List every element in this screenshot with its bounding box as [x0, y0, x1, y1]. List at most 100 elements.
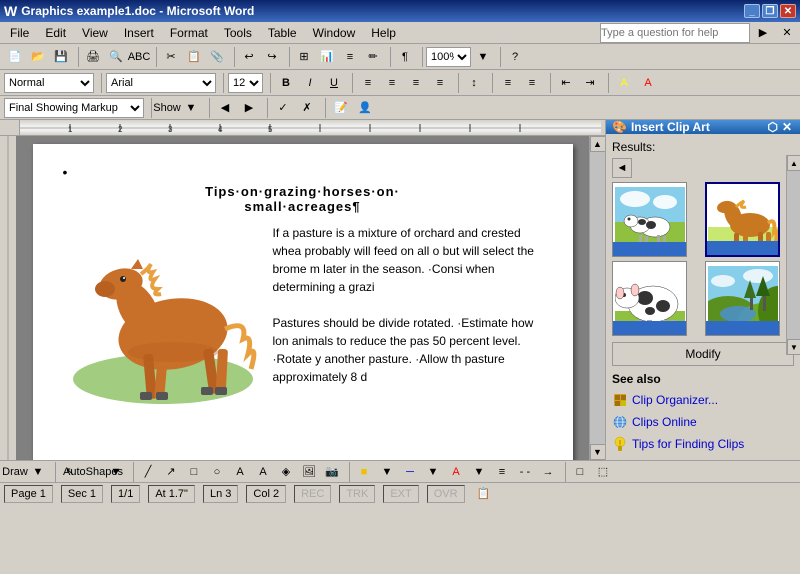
style-select[interactable]: Normal: [4, 73, 94, 93]
menu-tools[interactable]: Tools: [216, 22, 260, 43]
cut-button[interactable]: ✂: [160, 46, 182, 68]
increase-indent-button[interactable]: ⇥: [579, 72, 601, 94]
fill-arrow[interactable]: ▼: [376, 461, 398, 483]
scroll-down-button[interactable]: ▼: [590, 444, 606, 460]
back-button[interactable]: ◄: [612, 158, 632, 178]
open-button[interactable]: 📂: [27, 46, 49, 68]
print-button[interactable]: 🖨: [82, 46, 104, 68]
line-style-button[interactable]: ≡: [491, 461, 513, 483]
bold-button[interactable]: B: [275, 72, 297, 94]
font-color-arrow[interactable]: ▼: [468, 461, 490, 483]
menu-file[interactable]: File: [2, 22, 37, 43]
font-select[interactable]: Arial: [106, 73, 216, 93]
insert-table-button[interactable]: ⊞: [293, 46, 315, 68]
image-tool[interactable]: 📷: [321, 461, 343, 483]
close-button[interactable]: ✕: [780, 4, 796, 18]
diagram-tool[interactable]: ◈: [275, 461, 297, 483]
draw-menu-button[interactable]: Draw: [4, 461, 26, 483]
menu-window[interactable]: Window: [305, 22, 364, 43]
accept-change-button[interactable]: ✓: [272, 97, 294, 119]
paste-button[interactable]: 📎: [206, 46, 228, 68]
clip-item-3[interactable]: [612, 261, 687, 336]
restore-button[interactable]: ❐: [762, 4, 778, 18]
clip-item-1[interactable]: [612, 182, 687, 257]
numbering-button[interactable]: ≡: [521, 72, 543, 94]
clip-organizer-link[interactable]: Clip Organizer...: [612, 390, 794, 410]
underline-button[interactable]: U: [323, 72, 345, 94]
shadow-button[interactable]: □: [569, 461, 591, 483]
bullets-button[interactable]: ≡: [497, 72, 519, 94]
highlight-button[interactable]: A: [613, 72, 635, 94]
copy-button[interactable]: 📋: [183, 46, 205, 68]
menu-insert[interactable]: Insert: [116, 22, 162, 43]
fmt-sep-1: [98, 73, 102, 93]
undo-button[interactable]: ↩: [238, 46, 260, 68]
arrow-style-button[interactable]: →: [537, 461, 559, 483]
clips-online-link[interactable]: Clips Online: [612, 412, 794, 432]
new-button[interactable]: 📄: [4, 46, 26, 68]
columns-button[interactable]: ≡: [339, 46, 361, 68]
textbox-tool[interactable]: A: [229, 461, 251, 483]
show-hide-button[interactable]: ¶: [394, 46, 416, 68]
minimize-button[interactable]: _: [744, 4, 760, 18]
menu-edit[interactable]: Edit: [37, 22, 74, 43]
panel-scroll-up[interactable]: ▲: [787, 155, 800, 171]
print-preview-button[interactable]: 🔍: [105, 46, 127, 68]
wordart-tool[interactable]: A: [252, 461, 274, 483]
help-search-button[interactable]: ▶: [752, 22, 774, 44]
autoshapes-button[interactable]: AutoShapes: [82, 461, 104, 483]
redo-button[interactable]: ↪: [261, 46, 283, 68]
panel-scroll-track[interactable]: [787, 171, 800, 339]
show-dropdown-arrow[interactable]: ▼: [180, 97, 202, 119]
help-button[interactable]: ?: [504, 46, 526, 68]
justify-button[interactable]: ≡: [429, 72, 451, 94]
clipart-tool[interactable]: 🖼: [298, 461, 320, 483]
tracking-mode-select[interactable]: Final Showing Markup: [4, 98, 144, 118]
panel-scroll-down[interactable]: ▼: [787, 339, 800, 355]
line-color-arrow[interactable]: ▼: [422, 461, 444, 483]
help-close-button[interactable]: ✕: [776, 22, 798, 44]
menu-format[interactable]: Format: [162, 22, 216, 43]
reviewers-button[interactable]: 👤: [354, 97, 376, 119]
zoom-select[interactable]: 100%: [426, 47, 471, 67]
arrow-tool[interactable]: ↗: [160, 461, 182, 483]
menu-table[interactable]: Table: [260, 22, 305, 43]
spell-button[interactable]: ABC: [128, 46, 150, 68]
line-color-button[interactable]: ─: [399, 461, 421, 483]
draw-arrow[interactable]: ▼: [27, 461, 49, 483]
reject-change-button[interactable]: ✗: [296, 97, 318, 119]
menu-help[interactable]: Help: [363, 22, 404, 43]
scroll-up-button[interactable]: ▲: [590, 136, 606, 152]
help-search-input[interactable]: [600, 23, 750, 43]
autoshapes-arrow[interactable]: ▼: [105, 461, 127, 483]
oval-tool[interactable]: ○: [206, 461, 228, 483]
italic-button[interactable]: I: [299, 72, 321, 94]
fill-color-button[interactable]: ■: [353, 461, 375, 483]
font-color-btn2[interactable]: A: [445, 461, 467, 483]
panel-close-button[interactable]: ✕: [780, 120, 794, 134]
dash-style-button[interactable]: - -: [514, 461, 536, 483]
line-spacing-button[interactable]: ↕: [463, 72, 485, 94]
drawing-button[interactable]: ✏: [362, 46, 384, 68]
line-tool[interactable]: ╱: [137, 461, 159, 483]
clip-item-2[interactable]: [705, 182, 780, 257]
decrease-indent-button[interactable]: ⇤: [555, 72, 577, 94]
insert-excel-button[interactable]: 📊: [316, 46, 338, 68]
modify-button[interactable]: Modify: [612, 342, 794, 366]
menu-view[interactable]: View: [74, 22, 116, 43]
prev-change-button[interactable]: ◀: [214, 97, 236, 119]
size-select[interactable]: 12: [228, 73, 263, 93]
rect-tool[interactable]: □: [183, 461, 205, 483]
next-change-button[interactable]: ▶: [238, 97, 260, 119]
align-right-button[interactable]: ≡: [405, 72, 427, 94]
font-color-button[interactable]: A: [637, 72, 659, 94]
track-changes-button[interactable]: 📝: [330, 97, 352, 119]
save-button[interactable]: 💾: [50, 46, 72, 68]
align-center-button[interactable]: ≡: [381, 72, 403, 94]
tips-link[interactable]: Tips for Finding Clips: [612, 434, 794, 454]
clip-item-4[interactable]: [705, 261, 780, 336]
zoom-dropdown[interactable]: ▼: [472, 46, 494, 68]
show-dropdown-button[interactable]: Show: [156, 97, 178, 119]
3d-button[interactable]: ⬚: [592, 461, 614, 483]
align-left-button[interactable]: ≡: [357, 72, 379, 94]
